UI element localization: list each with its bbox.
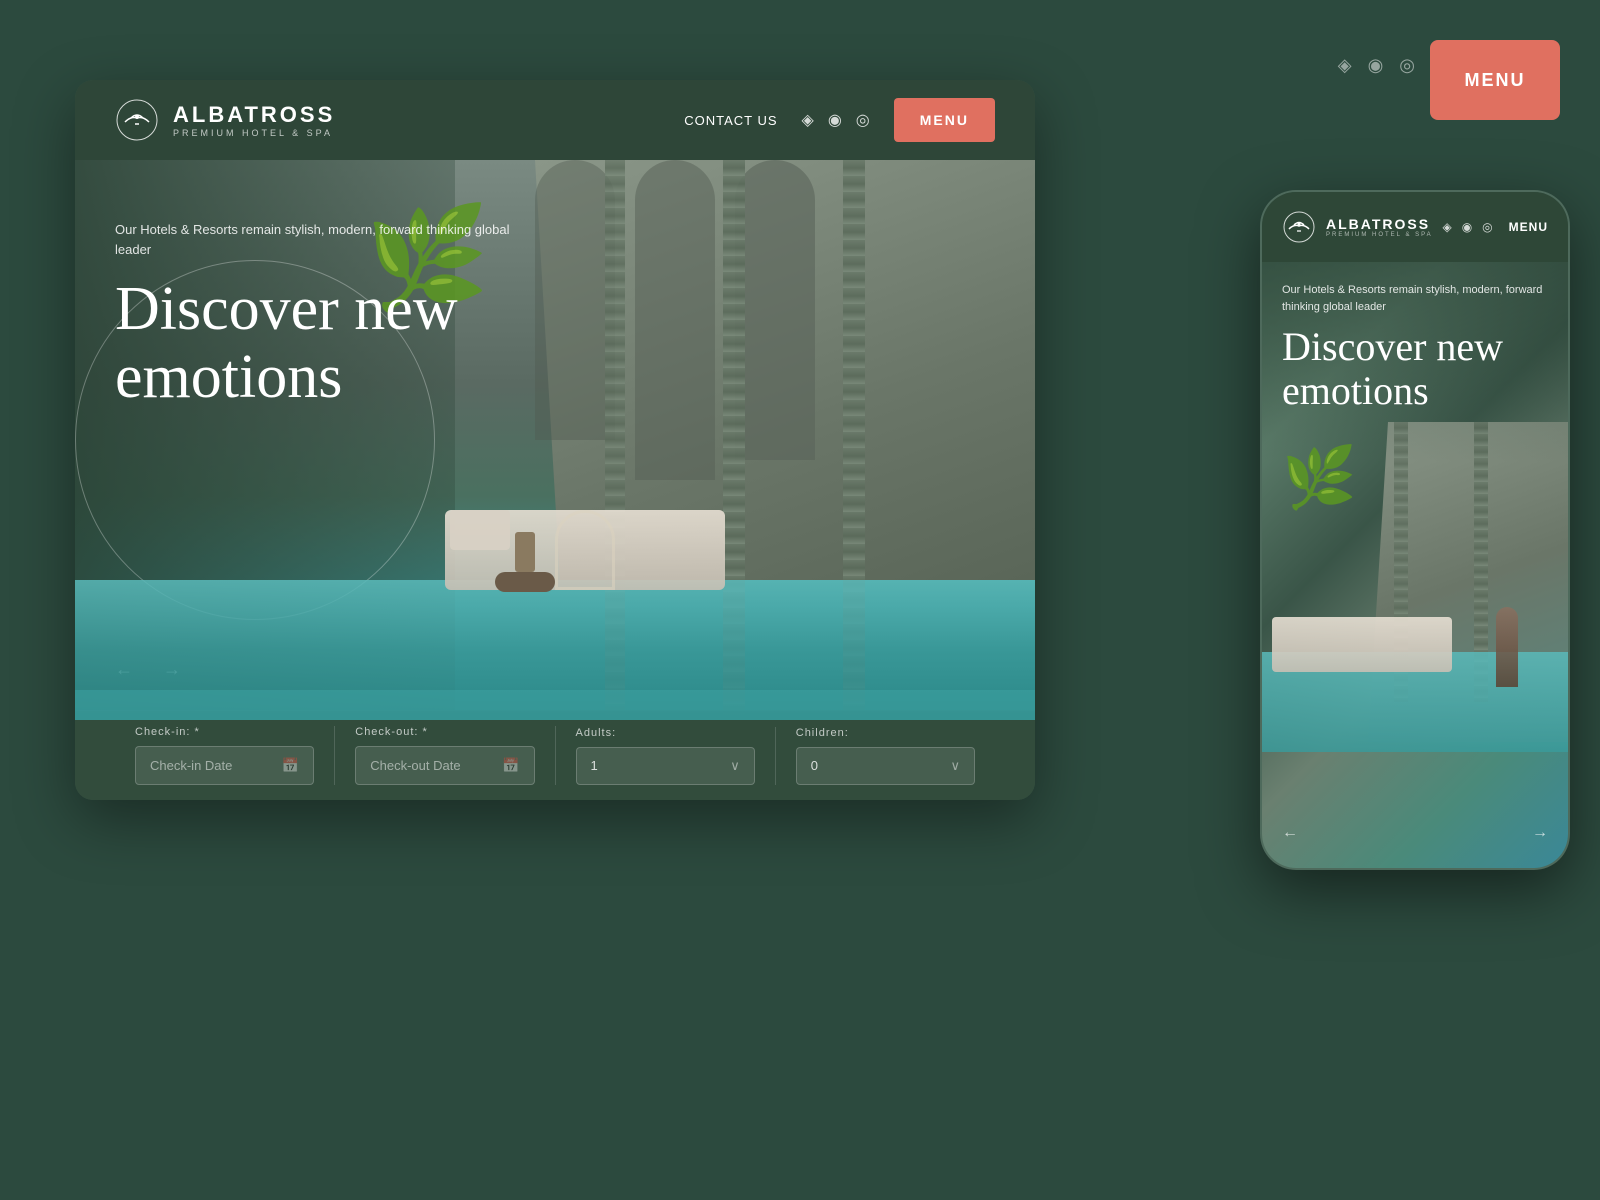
bg-social-icons: ◈ ◉ ◎ (1338, 55, 1415, 76)
checkout-label: Check-out: * (355, 726, 534, 738)
desktop-logo-text: ALBATROSS PREMIUM HOTEL & SPA (173, 102, 335, 138)
desktop-booking-bar: Check-in: * Check-in Date 📅 Check-out: *… (75, 710, 1035, 800)
checkin-label: Check-in: * (135, 726, 314, 738)
bg-menu-label: MENU (1465, 70, 1526, 91)
desktop-logo-subtitle: PREMIUM HOTEL & SPA (173, 128, 335, 138)
bg-instagram-icon: ◎ (1399, 55, 1415, 76)
mobile-logo-icon (1282, 210, 1316, 244)
mobile-logo-name: ALBATROSS (1326, 216, 1433, 232)
desktop-menu-button[interactable]: MENU (894, 98, 995, 142)
checkout-field: Check-out: * Check-out Date 📅 (335, 726, 555, 785)
desktop-hero-title: Discover new emotions (115, 275, 515, 411)
adults-field: Adults: 1 ∨ (556, 727, 776, 785)
adults-chevron: ∨ (730, 758, 740, 774)
desktop-hero: 🌿 Our Hotels & Resorts remain stylish, m… (75, 160, 1035, 720)
desktop-logo-area: ALBATROSS PREMIUM HOTEL & SPA (115, 98, 335, 142)
checkin-input[interactable]: Check-in Date 📅 (135, 746, 314, 785)
desktop-tripadvisor-icon[interactable]: ◉ (828, 110, 842, 130)
desktop-navbar: ALBATROSS PREMIUM HOTEL & SPA CONTACT US… (75, 80, 1035, 160)
desktop-contact-link[interactable]: CONTACT US (684, 113, 777, 128)
mobile-prev-arrow[interactable]: ← (1282, 824, 1298, 842)
mobile-logo-area: ALBATROSS PREMIUM HOTEL & SPA (1282, 210, 1433, 244)
mobile-tripadvisor-icon[interactable]: ◉ (1462, 220, 1472, 235)
desktop-hero-subtitle: Our Hotels & Resorts remain stylish, mod… (115, 220, 515, 259)
children-value: 0 (811, 758, 818, 773)
mobile-nav-icons: ◈ ◉ ◎ MENU (1442, 220, 1548, 235)
mobile-logo-text: ALBATROSS PREMIUM HOTEL & SPA (1326, 216, 1433, 238)
children-field: Children: 0 ∨ (776, 727, 995, 785)
bg-foursquare-icon: ◈ (1338, 55, 1352, 76)
calendar-icon-2: 📅 (502, 757, 519, 774)
checkin-field: Check-in: * Check-in Date 📅 (115, 726, 335, 785)
checkout-input[interactable]: Check-out Date 📅 (355, 746, 534, 785)
mobile-menu-label[interactable]: MENU (1509, 220, 1548, 234)
mobile-foursquare-icon[interactable]: ◈ (1442, 220, 1451, 235)
children-chevron: ∨ (950, 758, 960, 774)
adults-value: 1 (591, 758, 598, 773)
checkin-placeholder: Check-in Date (150, 758, 232, 773)
checkout-placeholder: Check-out Date (370, 758, 460, 773)
bg-menu-button[interactable]: MENU (1430, 40, 1560, 120)
desktop-social-icons: ◈ ◉ ◎ (802, 110, 870, 130)
desktop-logo-icon (115, 98, 159, 142)
desktop-logo-name: ALBATROSS (173, 102, 335, 128)
desktop-nav-right: CONTACT US ◈ ◉ ◎ MENU (684, 98, 995, 142)
mobile-next-arrow[interactable]: → (1532, 824, 1548, 842)
mobile-mockup: ALBATROSS PREMIUM HOTEL & SPA ◈ ◉ ◎ MENU… (1260, 190, 1570, 870)
mobile-hero-arrows: ← → (1282, 824, 1548, 842)
adults-label: Adults: (576, 727, 755, 739)
mobile-instagram-icon[interactable]: ◎ (1482, 220, 1492, 235)
children-select[interactable]: 0 ∨ (796, 747, 975, 785)
desktop-hero-content: Our Hotels & Resorts remain stylish, mod… (115, 220, 515, 411)
bg-tripadvisor-icon: ◉ (1368, 55, 1384, 76)
mobile-hero-subtitle: Our Hotels & Resorts remain stylish, mod… (1282, 282, 1548, 315)
mobile-logo-subtitle: PREMIUM HOTEL & SPA (1326, 232, 1433, 238)
mobile-hero-title: Discover new emotions (1282, 325, 1548, 413)
mobile-hero: 🌿 Our Hotels & Resorts remain stylish, m… (1262, 262, 1568, 870)
mobile-navbar: ALBATROSS PREMIUM HOTEL & SPA ◈ ◉ ◎ MENU (1262, 192, 1568, 262)
children-label: Children: (796, 727, 975, 739)
desktop-mockup: ALBATROSS PREMIUM HOTEL & SPA CONTACT US… (75, 80, 1035, 800)
desktop-foursquare-icon[interactable]: ◈ (802, 110, 814, 130)
calendar-icon: 📅 (282, 757, 299, 774)
mobile-hero-content: Our Hotels & Resorts remain stylish, mod… (1282, 282, 1548, 413)
desktop-instagram-icon[interactable]: ◎ (856, 110, 870, 130)
adults-select[interactable]: 1 ∨ (576, 747, 755, 785)
